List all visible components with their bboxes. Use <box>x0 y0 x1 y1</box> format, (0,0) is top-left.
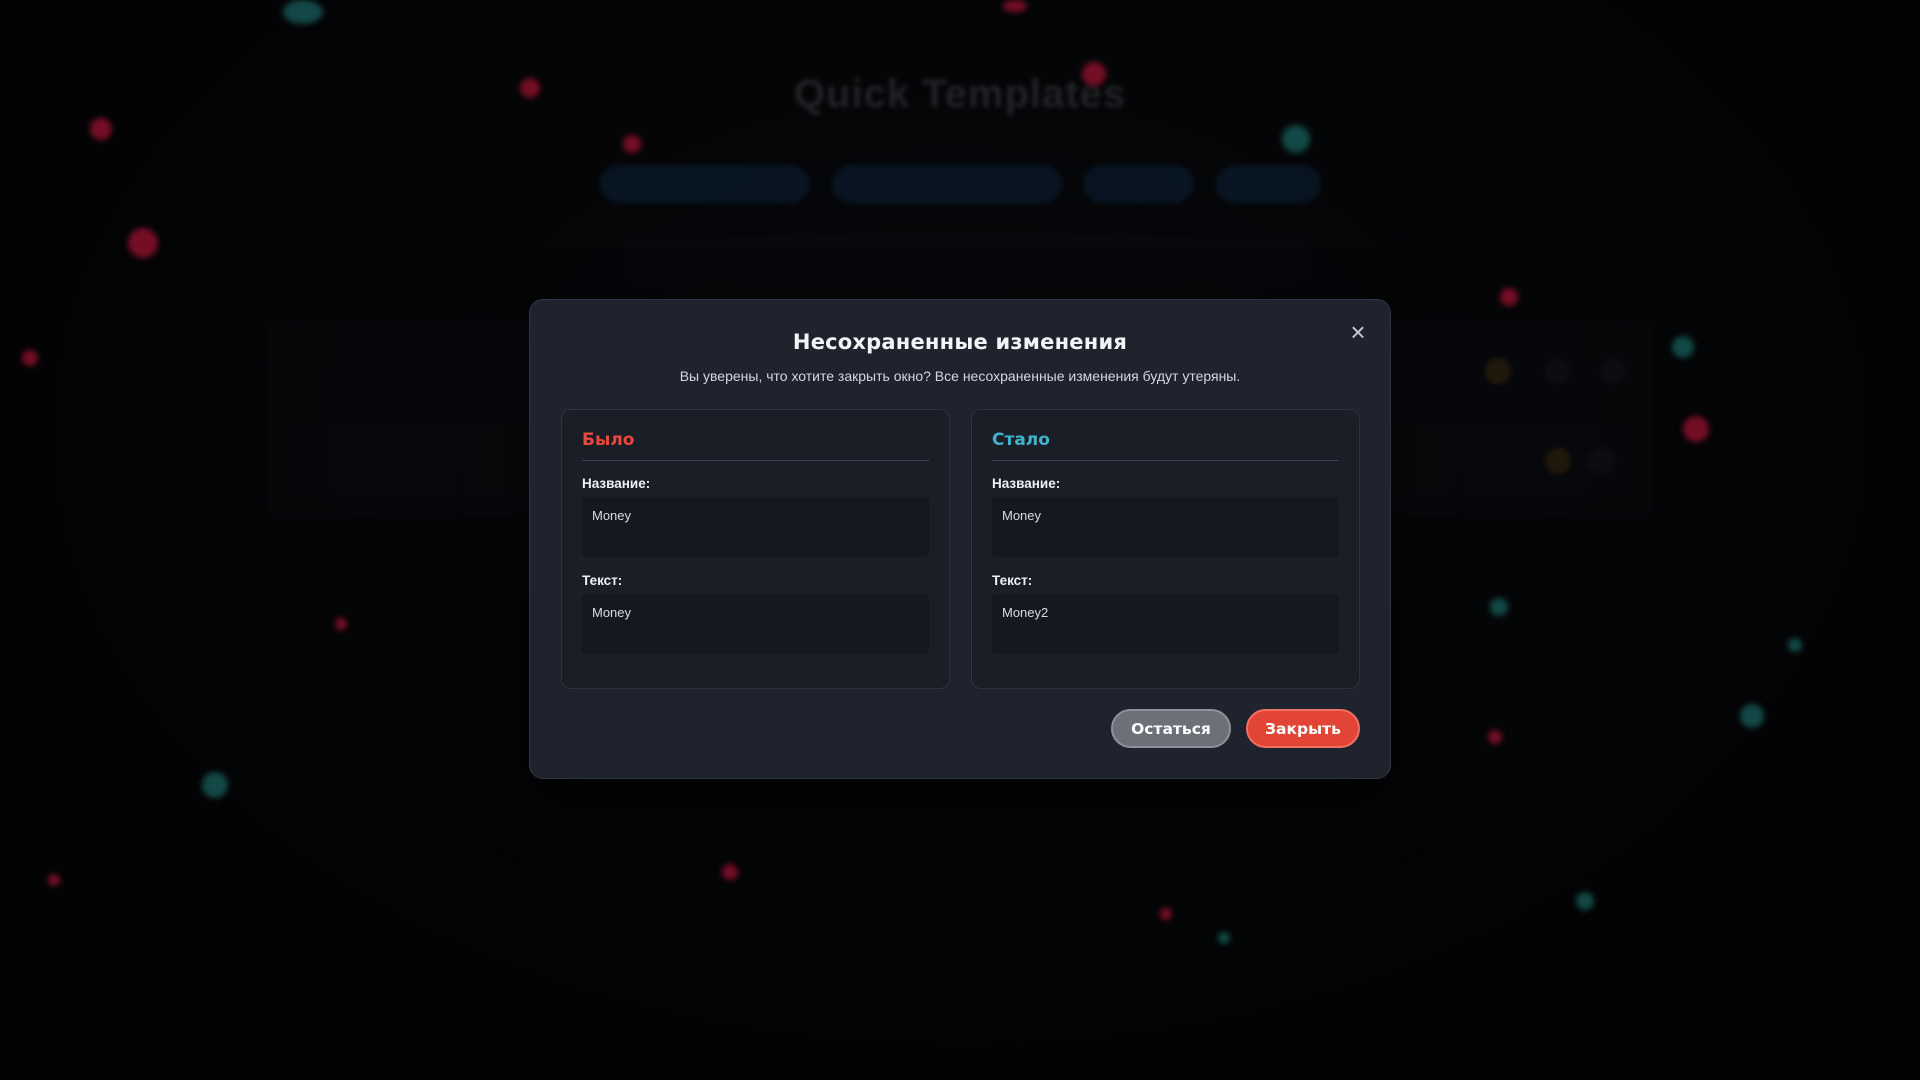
dialog-description: Вы уверены, что хотите закрыть окно? Все… <box>679 368 1241 384</box>
after-text-label: Текст: <box>992 573 1033 588</box>
before-panel: Было Название: Money Текст: Money <box>561 409 950 689</box>
before-name-value: Money <box>582 497 929 557</box>
after-panel: Стало Название: Money Текст: Money2 <box>971 409 1360 689</box>
after-name-value: Money <box>992 497 1339 557</box>
stay-button[interactable]: Остаться <box>1111 709 1231 748</box>
after-heading: Стало <box>992 430 1339 461</box>
dialog-title: Несохраненные изменения <box>792 330 1128 354</box>
after-name-label: Название: <box>992 476 1061 491</box>
before-heading: Было <box>582 430 929 461</box>
before-text-value: Money <box>582 594 929 654</box>
before-text-label: Текст: <box>582 573 623 588</box>
after-text-value: Money2 <box>992 594 1339 654</box>
before-name-label: Название: <box>582 476 651 491</box>
close-button[interactable]: Закрыть <box>1246 709 1360 748</box>
app-stage: Quick Templates × Несохраненные изменени… <box>0 0 1920 1080</box>
unsaved-changes-dialog: × Несохраненные изменения Вы уверены, чт… <box>529 299 1391 779</box>
